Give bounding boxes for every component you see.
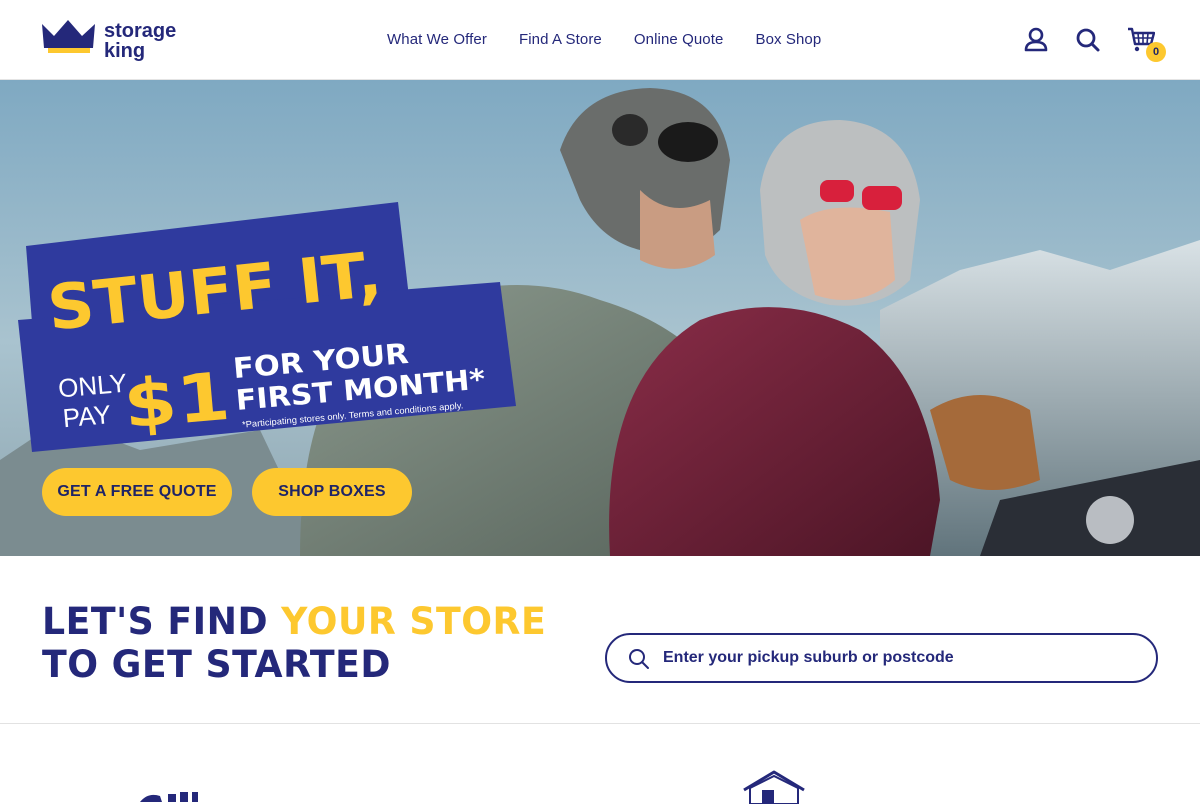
hero-banner: STUFF IT, ONLY PAY $1 FOR YOUR FIRST MON…: [0, 80, 1200, 556]
house-icon: [743, 770, 805, 804]
promo-pay-label: PAY: [62, 399, 113, 433]
promo-only-label: ONLY: [57, 368, 128, 404]
user-icon[interactable]: [1023, 26, 1049, 54]
heading-highlight: YOUR STORE: [281, 600, 547, 643]
main-nav: What We Offer Find A Store Online Quote …: [387, 30, 821, 50]
nav-find-a-store[interactable]: Find A Store: [519, 30, 602, 50]
partial-graphic: [140, 792, 198, 802]
get-free-quote-button[interactable]: GET A FREE QUOTE: [42, 468, 232, 516]
nav-online-quote[interactable]: Online Quote: [634, 30, 724, 50]
store-search-box[interactable]: [605, 633, 1158, 683]
heading-part2: TO GET STARTED: [42, 643, 391, 686]
logo-text-storage: storage: [104, 20, 176, 42]
search-icon: [629, 649, 649, 669]
logo-text-king: king: [104, 40, 145, 62]
promo-price: $1: [121, 358, 233, 444]
cart-count-badge: 0: [1146, 42, 1166, 62]
shop-boxes-button[interactable]: SHOP BOXES: [252, 468, 412, 516]
nav-box-shop[interactable]: Box Shop: [755, 30, 821, 50]
nav-what-we-offer[interactable]: What We Offer: [387, 30, 487, 50]
search-icon[interactable]: [1075, 26, 1101, 54]
store-finder-section: LET'S FIND YOUR STORE TO GET STARTED: [0, 556, 1200, 724]
pickup-suburb-input[interactable]: [663, 635, 1143, 681]
next-section-peek: [0, 724, 1200, 804]
heading-part1: LET'S FIND: [42, 600, 282, 643]
site-header: storage king What We Offer Find A Store …: [0, 0, 1200, 80]
storage-king-logo[interactable]: storage king: [42, 18, 192, 62]
store-finder-heading: LET'S FIND YOUR STORE TO GET STARTED: [42, 600, 546, 686]
